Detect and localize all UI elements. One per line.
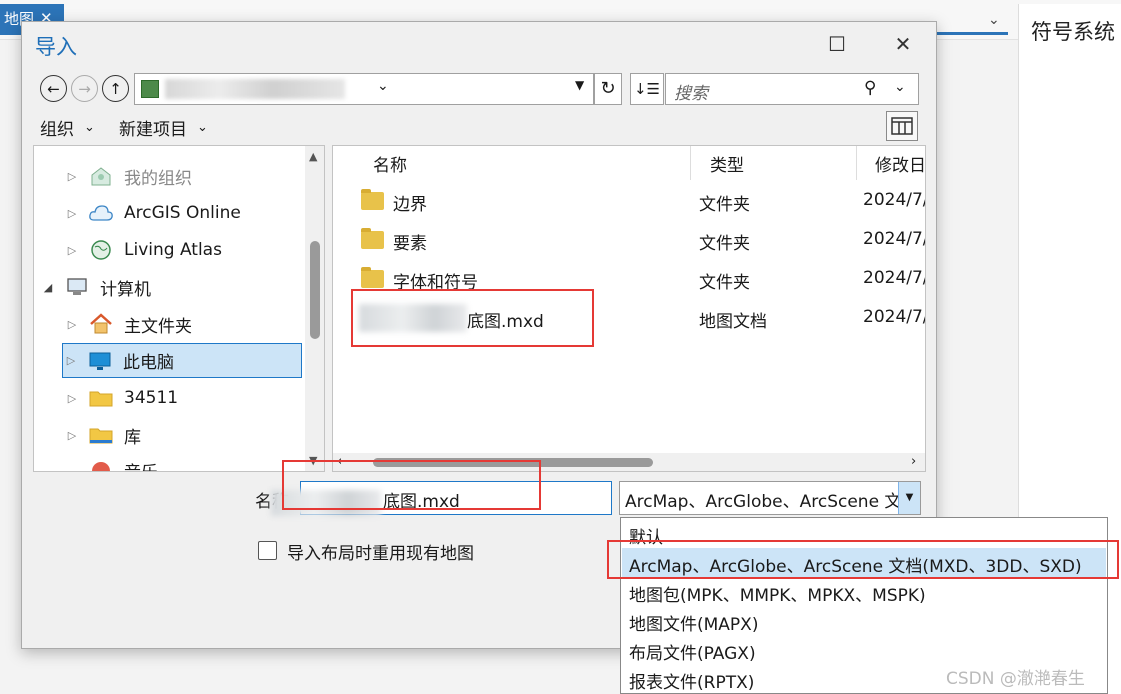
watermark: CSDN @澈滟春生 [946, 669, 1085, 689]
reuse-map-label: 导入布局时重用现有地图 [287, 544, 474, 564]
monitor-icon [87, 350, 113, 372]
tree-item-computer[interactable]: ◢ 计算机 [40, 271, 151, 303]
chevron-down-icon[interactable]: ⌄ [377, 78, 389, 94]
file-modified: 2024/7/ [863, 307, 926, 327]
dropdown-arrow-icon[interactable]: ▼ [898, 482, 920, 514]
tree-item-home[interactable]: ▷ 主文件夹 [64, 308, 192, 340]
expand-arrow-icon[interactable]: ▷ [64, 244, 80, 257]
cloud-icon [88, 202, 114, 224]
dialog-title: 导入 [35, 35, 77, 59]
filetype-option[interactable]: 地图文件(MAPX) [622, 606, 1106, 635]
folder-icon [88, 387, 114, 409]
expand-arrow-icon[interactable]: ▷ [64, 207, 80, 220]
tree-item-this-pc[interactable]: ▷ 此电脑 [62, 343, 302, 378]
tree-item-label: 主文件夹 [124, 316, 192, 337]
chevron-down-icon: ⌄ [84, 120, 95, 135]
chevron-down-icon[interactable]: ⌄ [894, 79, 906, 95]
highlight-box-filename [282, 460, 541, 510]
up-button[interactable]: ↑ [102, 75, 129, 102]
filetype-option[interactable]: 地图包(MPK、MMPK、MPKX、MSPK) [622, 577, 1106, 606]
sort-button[interactable]: ↓☰ [630, 73, 664, 105]
expand-arrow-icon[interactable]: ▷ [64, 318, 80, 331]
file-type: 地图文档 [699, 312, 767, 332]
file-type: 文件夹 [699, 273, 750, 293]
home-icon [88, 313, 114, 335]
tree-item-music[interactable]: 音乐 [64, 454, 158, 472]
folder-icon [361, 189, 384, 210]
music-icon [88, 459, 114, 471]
folder-icon [361, 267, 384, 288]
globe-icon [88, 239, 114, 261]
new-item-menu[interactable]: 新建项目 ⌄ [119, 115, 208, 140]
file-name: 边界 [393, 195, 427, 215]
tree-scrollbar[interactable]: ▲ ▼ [305, 146, 324, 471]
tree-item-label: Living Atlas [124, 240, 222, 260]
dropdown-arrow-icon[interactable]: ▼ [575, 78, 584, 92]
maximize-icon[interactable]: ☐ [825, 32, 849, 56]
expand-arrow-icon[interactable]: ▷ [64, 170, 80, 183]
details-view-icon [891, 117, 913, 135]
chevron-down-icon[interactable]: ⌄ [988, 12, 1000, 28]
scroll-up-icon[interactable]: ▲ [309, 150, 317, 163]
path-combobox[interactable]: ⌄ ▼ [134, 73, 594, 105]
tree-item-label: ArcGIS Online [124, 203, 241, 223]
file-type: 文件夹 [699, 234, 750, 254]
file-type: 文件夹 [699, 195, 750, 215]
folder-icon [361, 228, 384, 249]
highlight-box-filetype [607, 540, 1119, 579]
scrollbar-thumb[interactable] [310, 241, 320, 339]
computer-icon [64, 276, 90, 298]
scroll-right-icon[interactable]: › [911, 454, 916, 469]
expand-arrow-icon[interactable]: ▷ [64, 429, 80, 442]
search-placeholder: 搜索 [674, 84, 708, 104]
chevron-down-icon: ⌄ [197, 120, 208, 135]
file-row[interactable]: 边界 文件夹 2024/7/ [333, 183, 925, 219]
tree-item-label: 库 [124, 427, 141, 448]
tree-item-arcgis-online[interactable]: ▷ ArcGIS Online [64, 197, 241, 229]
column-divider[interactable] [856, 146, 857, 180]
expand-arrow-icon[interactable]: ▷ [63, 354, 79, 367]
file-name: 要素 [393, 234, 427, 254]
file-modified: 2024/7/ [863, 190, 926, 210]
pane-title: 符号系统 [1031, 20, 1115, 44]
tree-item-living-atlas[interactable]: ▷ Living Atlas [64, 234, 222, 266]
tree-item-label: 计算机 [100, 279, 151, 300]
search-icon[interactable]: ⚲ [864, 78, 876, 98]
file-row[interactable]: 要素 文件夹 2024/7/ [333, 222, 925, 258]
tree-item-library[interactable]: ▷ 库 [64, 419, 141, 451]
tree-item-34511[interactable]: ▷ 34511 [64, 382, 178, 414]
search-input[interactable]: 搜索 ⚲ ⌄ [665, 73, 919, 105]
column-header-modified[interactable]: 修改日 [875, 151, 925, 176]
map-icon [141, 80, 159, 98]
highlight-box-file [351, 289, 594, 347]
reuse-map-checkbox[interactable] [258, 541, 277, 560]
collapse-arrow-icon[interactable]: ◢ [40, 281, 56, 294]
column-divider[interactable] [690, 146, 691, 180]
organization-icon [88, 165, 114, 187]
tree-item-label: 音乐 [124, 458, 158, 472]
organize-menu[interactable]: 组织 ⌄ [40, 115, 95, 140]
file-modified: 2024/7/ [863, 268, 926, 288]
library-icon [88, 424, 114, 446]
tree-item-label: 34511 [124, 388, 179, 408]
tree-item-label: 此电脑 [123, 353, 174, 373]
file-modified: 2024/7/ [863, 229, 926, 249]
tree-item-organization[interactable]: ▷ 我的组织 [64, 160, 192, 192]
column-header-type[interactable]: 类型 [710, 151, 744, 176]
refresh-button[interactable]: ↻ [594, 73, 622, 105]
close-icon[interactable]: ✕ [891, 32, 915, 56]
organize-label: 组织 [40, 120, 74, 140]
new-item-label: 新建项目 [119, 120, 187, 140]
layout-toggle-button[interactable] [886, 111, 918, 141]
navigation-tree[interactable]: ▷ 我的组织 ▷ ArcGIS Online ▷ Living Atlas ◢ [33, 145, 325, 472]
filetype-option[interactable]: 布局文件(PAGX) [622, 635, 1106, 664]
column-header-name[interactable]: 名称 [373, 151, 407, 176]
expand-arrow-icon[interactable]: ▷ [64, 392, 80, 405]
filetype-value: ArcMap、ArcGlobe、ArcScene 文档(MXD、3DD、SXD) [625, 492, 920, 512]
blurred-path [165, 79, 345, 99]
back-button[interactable]: ← [40, 75, 67, 102]
filetype-select[interactable]: ArcMap、ArcGlobe、ArcScene 文档(MXD、3DD、SXD)… [619, 481, 921, 515]
forward-button[interactable]: → [71, 75, 98, 102]
tree-item-label: 我的组织 [124, 168, 192, 189]
